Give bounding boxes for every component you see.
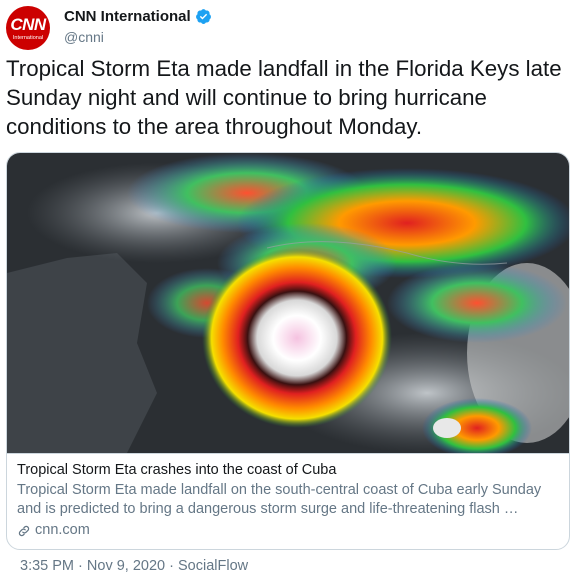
display-name-row[interactable]: CNN International bbox=[64, 8, 212, 25]
verified-badge-icon bbox=[195, 9, 211, 24]
meta-separator: · bbox=[78, 558, 83, 574]
card-domain[interactable]: cnn.com bbox=[17, 521, 559, 540]
display-name[interactable]: CNN International bbox=[64, 8, 191, 25]
tweet-text: Tropical Storm Eta made landfall in the … bbox=[6, 56, 562, 139]
tweet-source[interactable]: SocialFlow bbox=[178, 558, 248, 574]
card-body[interactable]: Tropical Storm Eta crashes into the coas… bbox=[7, 453, 569, 549]
card-domain-text[interactable]: cnn.com bbox=[35, 521, 90, 540]
avatar-logo-subtext: International bbox=[12, 35, 44, 41]
tweet-meta: 3:35 PM · Nov 9, 2020 · SocialFlow bbox=[20, 558, 248, 574]
avatar[interactable]: CNN International bbox=[6, 6, 50, 50]
tweet-time[interactable]: 3:35 PM bbox=[20, 558, 74, 574]
tweet-date[interactable]: Nov 9, 2020 bbox=[87, 558, 165, 574]
meta-separator: · bbox=[169, 558, 174, 574]
card-description: Tropical Storm Eta made landfall on the … bbox=[17, 482, 542, 517]
card-image[interactable] bbox=[7, 153, 569, 453]
link-icon bbox=[18, 525, 30, 536]
avatar-logo-text: CNN bbox=[10, 15, 46, 34]
tweet-header: CNN International CNN International @cnn… bbox=[6, 6, 570, 50]
card-title[interactable]: Tropical Storm Eta crashes into the coas… bbox=[17, 461, 559, 480]
account-handle[interactable]: @cnni bbox=[64, 29, 212, 45]
link-card[interactable]: Tropical Storm Eta crashes into the coas… bbox=[6, 152, 570, 550]
account-names: CNN International @cnni bbox=[64, 8, 212, 45]
